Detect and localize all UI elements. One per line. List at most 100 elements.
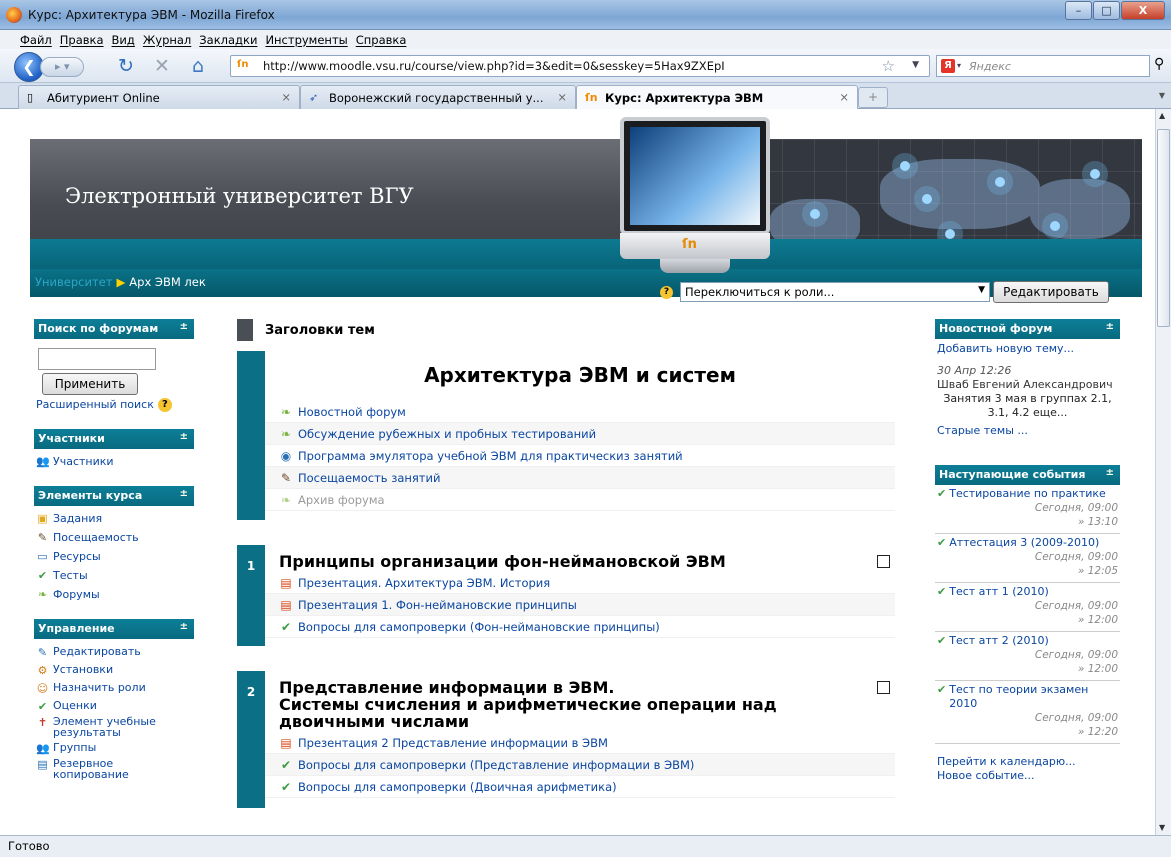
search-icon[interactable]: ⚲ bbox=[1154, 56, 1164, 72]
resource-link[interactable]: ✔ Вопросы для самопроверки (Двоичная ариф… bbox=[265, 776, 895, 798]
menu-history[interactable]: Журнал bbox=[143, 33, 191, 47]
tab-close-icon[interactable]: × bbox=[557, 90, 567, 104]
resource-link[interactable]: ▤ Презентация 1. Фон-неймановские принцип… bbox=[265, 594, 895, 616]
menu-help[interactable]: Справка bbox=[356, 33, 407, 47]
bookmark-star-icon[interactable]: ☆ bbox=[882, 57, 895, 75]
outcomes-link[interactable]: ✝ Элемент учебные результаты bbox=[36, 716, 192, 738]
scroll-up-icon[interactable]: ▲ bbox=[1159, 111, 1165, 120]
reload-icon[interactable]: ↻ bbox=[118, 56, 134, 76]
collapse-icon[interactable]: ± bbox=[180, 431, 188, 442]
advanced-search-link[interactable]: Расширенный поиск bbox=[36, 395, 154, 414]
resource-link[interactable]: ✔ Вопросы для самопроверки (Фон-неймановс… bbox=[265, 616, 895, 638]
add-topic-link[interactable]: Добавить новую тему... bbox=[937, 342, 1118, 356]
calendar-link[interactable]: Перейти к календарю... bbox=[937, 755, 1118, 769]
collapse-icon[interactable]: ± bbox=[180, 321, 188, 332]
url-bar[interactable]: ſn http://www.moodle.vsu.ru/course/view.… bbox=[230, 55, 930, 77]
moodle-icon: ſn bbox=[585, 91, 598, 104]
tab-close-icon[interactable]: × bbox=[839, 90, 849, 104]
program-icon: ◉ bbox=[280, 448, 292, 463]
breadcrumb-root-link[interactable]: Университет bbox=[35, 275, 112, 289]
resource-icon: ▭ bbox=[37, 550, 48, 563]
close-button[interactable]: X bbox=[1121, 1, 1165, 20]
forums-link[interactable]: ❧ Форумы bbox=[36, 585, 192, 604]
assign-roles-link[interactable]: ☺ Назначить роли bbox=[36, 680, 192, 696]
event-item[interactable]: ✔ Тест по теории экзамен 2010 Сегодня, 09:… bbox=[935, 681, 1120, 744]
vertical-scrollbar[interactable]: ▲ ▼ bbox=[1155, 109, 1171, 835]
search-engine-dropdown-icon[interactable]: ▾ bbox=[957, 61, 961, 70]
minimize-button[interactable]: – bbox=[1065, 1, 1092, 20]
forward-button[interactable]: ▸ ▾ bbox=[40, 57, 84, 77]
old-topics-link[interactable]: Старые темы ... bbox=[937, 424, 1118, 438]
tab-label: Воронежский государственный у... bbox=[329, 91, 544, 105]
status-text: Готово bbox=[8, 839, 50, 853]
resource-link[interactable]: ◉ Программа эмулятора учебной ЭВМ для пра… bbox=[265, 445, 895, 467]
collapse-icon[interactable]: ± bbox=[180, 488, 188, 499]
event-item[interactable]: ✔ Тест атт 2 (2010) Сегодня, 09:00 » 12:00 bbox=[935, 632, 1120, 681]
status-bar: Готово bbox=[0, 835, 1171, 857]
menu-view[interactable]: Вид bbox=[112, 33, 135, 47]
section-title: Принципы организации фон-неймановской ЭВ… bbox=[279, 552, 726, 571]
menu-bookmarks[interactable]: Закладки bbox=[199, 33, 257, 47]
resource-link[interactable]: ▤ Презентация 2 Представление информации … bbox=[265, 732, 895, 754]
groups-link[interactable]: 👥 Группы bbox=[36, 740, 192, 756]
resource-link[interactable]: ✎ Посещаемость занятий bbox=[265, 467, 895, 489]
resource-link[interactable]: ✔ Вопросы для самопроверки (Представление… bbox=[265, 754, 895, 776]
grades-link[interactable]: ✔ Оценки bbox=[36, 698, 192, 714]
resource-link[interactable]: ❧ Архив форума bbox=[265, 489, 895, 511]
new-tab-button[interactable]: + bbox=[858, 87, 888, 108]
resource-link[interactable]: ❧ Новостной форум bbox=[265, 401, 895, 423]
resource-link[interactable]: ▤ Презентация. Архитектура ЭВМ. История bbox=[265, 572, 895, 594]
resources-link[interactable]: ▭ Ресурсы bbox=[36, 547, 192, 566]
resource-label: Вопросы для самопроверки (Фон-неймановск… bbox=[298, 619, 660, 634]
collapse-icon[interactable]: ± bbox=[180, 621, 188, 632]
search-field[interactable]: Я ▾ Яндекс bbox=[936, 55, 1150, 77]
highlight-checkbox[interactable] bbox=[877, 555, 890, 568]
section-1: 1 Принципы организации фон-неймановской … bbox=[237, 545, 895, 646]
firefox-icon bbox=[6, 7, 22, 23]
url-text: http://www.moodle.vsu.ru/course/view.php… bbox=[263, 59, 725, 73]
settings-link[interactable]: ⚙ Установки bbox=[36, 662, 192, 678]
link-label: Оценки bbox=[53, 699, 97, 712]
resource-link[interactable]: ❧ Обсуждение рубежных и пробных тестирова… bbox=[265, 423, 895, 445]
assignments-link[interactable]: ▣ Задания bbox=[36, 509, 192, 528]
quiz-icon: ✔ bbox=[280, 757, 292, 772]
block-header: Новостной форум ± bbox=[935, 319, 1120, 339]
quizzes-link[interactable]: ✔ Тесты bbox=[36, 566, 192, 585]
tab-course[interactable]: ſn Курс: Архитектура ЭВМ × bbox=[576, 85, 858, 109]
edit-link[interactable]: ✎ Редактировать bbox=[36, 644, 192, 660]
forum-search-input[interactable] bbox=[38, 348, 156, 370]
tab-abiturient[interactable]: ▯ Абитуриент Online × bbox=[18, 85, 300, 109]
url-dropdown-icon[interactable]: ▼ bbox=[912, 60, 919, 70]
scroll-thumb[interactable] bbox=[1157, 129, 1170, 327]
tab-list-icon[interactable]: ▼ bbox=[1159, 91, 1165, 100]
event-item[interactable]: ✔ Тест атт 1 (2010) Сегодня, 09:00 » 12:00 bbox=[935, 583, 1120, 632]
new-event-link[interactable]: Новое событие... bbox=[937, 769, 1118, 783]
stop-icon[interactable]: ✕ bbox=[154, 56, 170, 76]
event-item[interactable]: ✔ Тестирование по практике Сегодня, 09:00 »… bbox=[935, 485, 1120, 534]
role-switch-select[interactable]: Переключиться к роли... ▼ bbox=[680, 282, 990, 302]
menu-tools[interactable]: Инструменты bbox=[265, 33, 347, 47]
event-item[interactable]: ✔ Аттестация 3 (2009-2010) Сегодня, 09:00 »… bbox=[935, 534, 1120, 583]
menu-file[interactable]: Файл bbox=[20, 33, 52, 47]
home-icon[interactable]: ⌂ bbox=[192, 56, 204, 76]
maximize-button[interactable]: □ bbox=[1093, 1, 1120, 20]
block-title: Новостной форум bbox=[939, 322, 1053, 335]
scroll-down-icon[interactable]: ▼ bbox=[1159, 823, 1165, 832]
collapse-icon[interactable]: ± bbox=[1106, 467, 1114, 478]
help-icon[interactable]: ? bbox=[157, 397, 172, 412]
help-icon[interactable]: ? bbox=[660, 286, 673, 299]
tab-bar: ▯ Абитуриент Online × ➶ Воронежский госу… bbox=[0, 83, 1171, 109]
menu-edit[interactable]: Правка bbox=[60, 33, 104, 47]
apply-button[interactable]: Применить bbox=[42, 373, 138, 395]
highlight-checkbox[interactable] bbox=[877, 681, 890, 694]
post-text[interactable]: Занятия 3 мая в группах 2.1, 3.1, 4.2 ещ… bbox=[937, 392, 1118, 420]
backup-link[interactable]: ▤ Резервное копирование bbox=[36, 758, 192, 780]
tab-vsu[interactable]: ➶ Воронежский государственный у... × bbox=[300, 85, 576, 109]
tab-close-icon[interactable]: × bbox=[281, 90, 291, 104]
event-time: Сегодня, 09:00 bbox=[1034, 712, 1118, 724]
chevron-down-icon: ▼ bbox=[978, 285, 985, 295]
participants-link[interactable]: 👥 Участники bbox=[36, 452, 192, 471]
edit-button[interactable]: Редактировать bbox=[993, 281, 1109, 303]
attendance-link[interactable]: ✎ Посещаемость bbox=[36, 528, 192, 547]
collapse-icon[interactable]: ± bbox=[1106, 321, 1114, 332]
